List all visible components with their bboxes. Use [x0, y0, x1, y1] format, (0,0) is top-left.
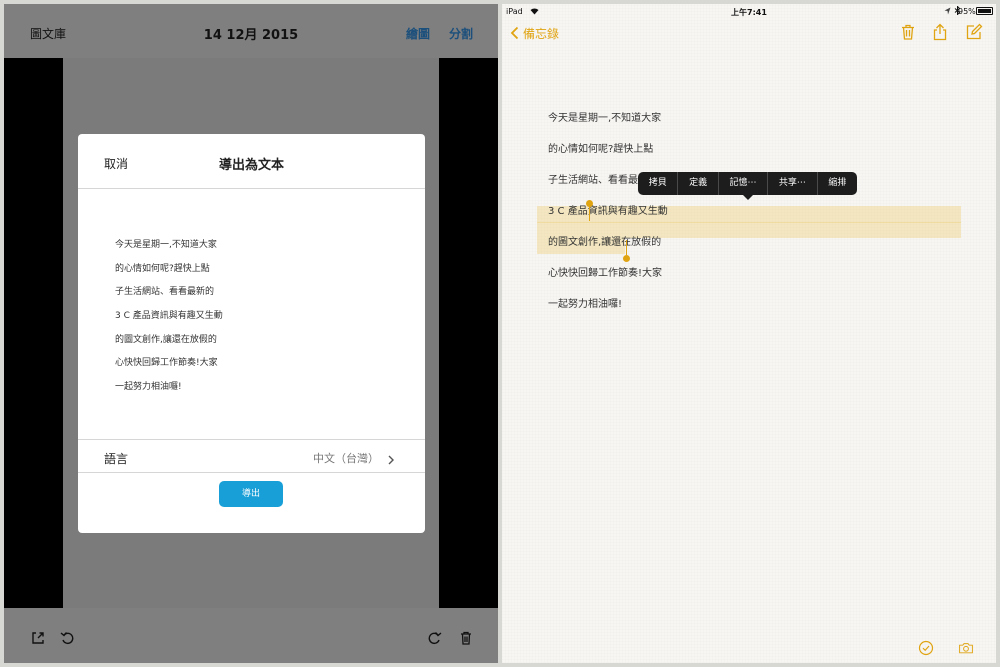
compose-icon[interactable] — [965, 23, 983, 41]
preview-line: 今天是星期一,不知道大家 — [115, 240, 217, 250]
preview-line: 子生活網站、看看最新的 — [115, 287, 215, 298]
split-button[interactable]: 分割 — [449, 25, 473, 42]
right-notes-panel: iPad 上午7:41 95% 備忘錄 今天是星期一,不知道大家 的心情如何呢?… — [502, 4, 996, 663]
back-button[interactable]: 備忘錄 — [510, 25, 559, 41]
selection-start-stem — [589, 206, 590, 221]
preview-line: 心快快回歸工作節奏!大家 — [115, 358, 218, 369]
status-bar: iPad 上午7:41 95% — [502, 4, 996, 18]
export-text-dialog: 取消 導出為文本 今天是星期一,不知道大家 的心情如何呢?趕快上點 子生活網站、… — [78, 134, 425, 533]
language-label[interactable]: 語言 — [104, 450, 128, 467]
location-icon — [944, 7, 951, 15]
note-line[interactable]: 的心情如何呢?趕快上點 — [548, 143, 668, 174]
note-line[interactable]: 的圖文創作,讓還在放假的 — [548, 236, 668, 267]
rotate-right-icon[interactable] — [426, 630, 442, 646]
menu-copy[interactable]: 拷貝 — [638, 172, 677, 195]
left-header: 圖文庫 14 12月 2015 繪圖 分割 — [4, 4, 498, 58]
language-value[interactable]: 中文（台灣） — [313, 450, 379, 466]
left-app-panel: 圖文庫 14 12月 2015 繪圖 分割 取消 導出為文本 今天是星期一,不知… — [4, 4, 498, 663]
dialog-divider — [78, 472, 425, 473]
image-letterbox-left — [4, 58, 63, 608]
preview-line: 一起努力相油囉! — [115, 382, 182, 393]
preview-line: 的心情如何呢?趕快上點 — [115, 263, 210, 274]
image-letterbox-right — [439, 58, 498, 608]
battery-icon — [976, 7, 993, 15]
menu-remember[interactable]: 記憶⋯ — [717, 172, 767, 195]
export-button[interactable]: 導出 — [219, 481, 283, 507]
note-line[interactable]: 今天是星期一,不知道大家 — [548, 112, 668, 143]
dialog-divider — [78, 439, 425, 440]
menu-indent[interactable]: 縮排 — [816, 172, 857, 195]
preview-line: 3 C 產品資訊與有趣又生動 — [115, 311, 223, 322]
back-button-label: 備忘錄 — [523, 26, 560, 41]
chevron-right-icon[interactable] — [385, 451, 397, 465]
chevron-left-icon — [510, 26, 519, 40]
draw-button[interactable]: 繪圖 — [406, 25, 430, 42]
trash-icon[interactable] — [458, 630, 474, 646]
menu-share[interactable]: 共享⋯ — [767, 172, 816, 195]
exported-text-preview: 今天是星期一,不知道大家 的心情如何呢?趕快上點 子生活網站、看看最新的 3 C… — [115, 238, 223, 404]
left-footer-toolbar — [4, 608, 498, 663]
checklist-icon[interactable] — [918, 640, 934, 656]
status-time: 上午7:41 — [731, 8, 767, 17]
note-line[interactable]: 心快快回歸工作節奏!大家 — [548, 267, 668, 298]
note-body[interactable]: 今天是星期一,不知道大家 的心情如何呢?趕快上點 子生活網站、看看最新的 3 C… — [548, 112, 668, 329]
selection-end-stem — [626, 240, 627, 255]
share-icon[interactable] — [931, 23, 949, 41]
share-icon[interactable] — [30, 630, 46, 646]
note-line[interactable]: 3 C 產品資訊與有趣又生動 — [548, 205, 668, 236]
edit-context-menu: 拷貝 定義 記憶⋯ 共享⋯ 縮排 — [638, 172, 857, 195]
camera-icon[interactable] — [958, 640, 978, 656]
note-line[interactable]: 一起努力相油囉! — [548, 298, 668, 329]
dialog-divider — [78, 188, 425, 189]
selection-end-handle[interactable] — [623, 255, 630, 262]
battery-percent: 95% — [958, 7, 976, 16]
dialog-title: 導出為文本 — [218, 158, 284, 173]
preview-line: 的圖文創作,讓還在放假的 — [115, 334, 217, 345]
context-menu-arrow — [742, 194, 754, 200]
menu-define[interactable]: 定義 — [677, 172, 717, 195]
rotate-left-icon[interactable] — [60, 630, 76, 646]
trash-icon[interactable] — [899, 23, 917, 41]
